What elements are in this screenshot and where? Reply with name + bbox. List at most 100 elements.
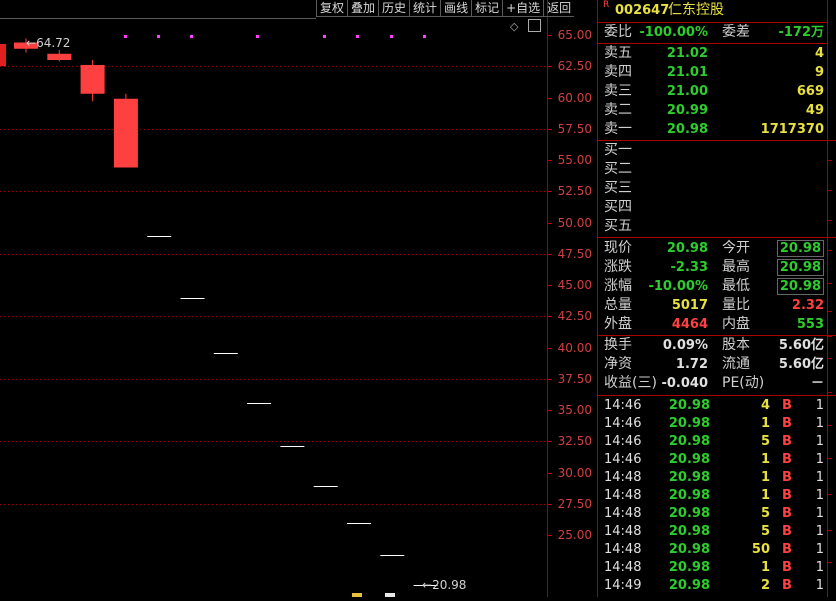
tick-count: 1: [815, 398, 824, 413]
weicha-label: 委差: [722, 24, 750, 40]
tick-volume: 1: [760, 470, 770, 485]
tick-volume: 1: [760, 488, 770, 503]
tick-side: B: [782, 470, 792, 485]
fund-row: 净资 1.72 流通 5.60亿: [598, 355, 828, 374]
sell-volume: 669: [796, 84, 824, 99]
last-price-label: ←20.98: [422, 578, 467, 592]
strip-tick: [828, 220, 832, 221]
tick-count: 1: [815, 416, 824, 431]
fund-label: 流通: [722, 356, 750, 372]
tick-side: B: [782, 542, 792, 557]
strip-tick: [828, 494, 832, 495]
candle-body: [47, 53, 72, 60]
y-tick-mark: [548, 441, 552, 443]
strip-tick: [828, 392, 832, 393]
toolbar-button-3[interactable]: 统计: [409, 0, 441, 17]
quote-value: 20.98: [776, 278, 824, 295]
quote-label: 最低: [722, 278, 750, 294]
quote-value: -2.33: [670, 260, 708, 275]
tick-price: 20.98: [668, 416, 710, 431]
event-marker: [323, 35, 326, 38]
tick-side: B: [782, 488, 792, 503]
panel-toggle-icon[interactable]: [528, 19, 541, 32]
strip-divider: [828, 395, 836, 396]
fund-label: 收益(三): [604, 375, 657, 391]
sell-row: 卖五 21.02 4: [598, 44, 828, 63]
toolbar-button-0[interactable]: 复权: [316, 0, 348, 17]
strip-tick: [828, 336, 832, 337]
quote-row: 现价 20.98 今开 20.98: [598, 239, 828, 258]
tick-row: 14:46 20.98 1 B 1: [598, 415, 828, 433]
quote-label: 最高: [722, 259, 750, 275]
tick-count: 1: [815, 488, 824, 503]
toolbar-button-5[interactable]: 标记: [471, 0, 503, 17]
event-marker: [390, 35, 393, 38]
tick-side: B: [782, 434, 792, 449]
tick-side: B: [782, 524, 792, 539]
fund-label: 净资: [604, 356, 632, 372]
tick-volume: 1: [760, 452, 770, 467]
quote-panel: R 002647 仁东控股 委比 -100.00% 委差 -172万 卖五 21.…: [597, 0, 828, 597]
quote-value: 2.32: [791, 298, 824, 313]
diamond-icon[interactable]: ◇: [510, 20, 518, 33]
event-marker: [423, 35, 426, 38]
toolbar-button-1[interactable]: 叠加: [347, 0, 379, 17]
tick-count: 1: [815, 578, 824, 593]
y-tick-label: 30.00: [557, 465, 592, 480]
divider: [598, 395, 828, 396]
toolbar-button-6[interactable]: +自选: [502, 0, 544, 17]
quote-label: 内盘: [722, 316, 750, 332]
tick-count: 1: [815, 452, 824, 467]
sell-volume: 4: [814, 46, 824, 61]
tick-volume: 50: [751, 542, 770, 557]
toolbar-button-4[interactable]: 画线: [440, 0, 472, 17]
kline-chart[interactable]: ◇ ←64.72 ←20.98: [0, 0, 548, 597]
strip-tick: [828, 425, 832, 426]
tick-row: 14:48 20.98 5 B 1: [598, 523, 828, 541]
buy-row: 买一: [598, 141, 828, 160]
tick-price: 20.98: [668, 434, 710, 449]
tick-time: 14:48: [604, 542, 642, 557]
strip-divider: [828, 140, 836, 141]
kline-canvas[interactable]: [0, 0, 548, 597]
strip-divider: [828, 237, 836, 238]
tick-time: 14:46: [604, 416, 642, 431]
y-tick-mark: [548, 160, 552, 161]
sell-row: 卖二 20.99 49: [598, 101, 828, 120]
y-tick-label: 57.50: [557, 121, 592, 136]
sell-price: 21.01: [666, 65, 708, 80]
y-tick-mark: [548, 253, 552, 255]
toolbar-button-2[interactable]: 历史: [378, 0, 410, 17]
strip-tick: [828, 283, 832, 284]
rights-badge: R: [603, 0, 610, 10]
tick-price: 20.98: [668, 488, 710, 503]
quote-row: 总量 5017 量比 2.32: [598, 296, 828, 315]
strip-tick: [828, 458, 832, 459]
quote-label: 总量: [604, 297, 632, 313]
fund-value: 5.60亿: [778, 357, 824, 372]
stock-code: 002647: [615, 3, 670, 18]
sell-price: 21.02: [666, 46, 708, 61]
y-tick-mark: [548, 535, 552, 536]
y-tick-mark: [548, 316, 552, 318]
quote-value: 20.98: [776, 259, 824, 276]
quote-value: -10.00%: [648, 279, 708, 294]
tick-count: 1: [815, 434, 824, 449]
tick-price: 20.98: [668, 470, 710, 485]
right-edge-strip[interactable]: [827, 0, 836, 597]
buy-level-label: 买二: [604, 161, 632, 177]
tick-count: 1: [815, 506, 824, 521]
tick-price: 20.98: [668, 506, 710, 521]
y-tick-label: 37.50: [557, 371, 592, 386]
strip-tick: [828, 562, 832, 563]
sell-volume: 1717370: [760, 122, 824, 137]
price-axis: 65.00 62.50 60.00 57.50 55.00 52.50 50.00 47.50…: [548, 0, 595, 597]
event-marker: [157, 35, 160, 38]
tick-price: 20.98: [668, 452, 710, 467]
y-tick-mark: [548, 35, 552, 36]
quote-row: 涨跌 -2.33 最高 20.98: [598, 258, 828, 277]
y-tick-label: 50.00: [557, 215, 592, 230]
y-tick-label: 45.00: [557, 278, 592, 292]
quote-value: 553: [796, 317, 824, 332]
y-tick-mark: [548, 128, 552, 130]
